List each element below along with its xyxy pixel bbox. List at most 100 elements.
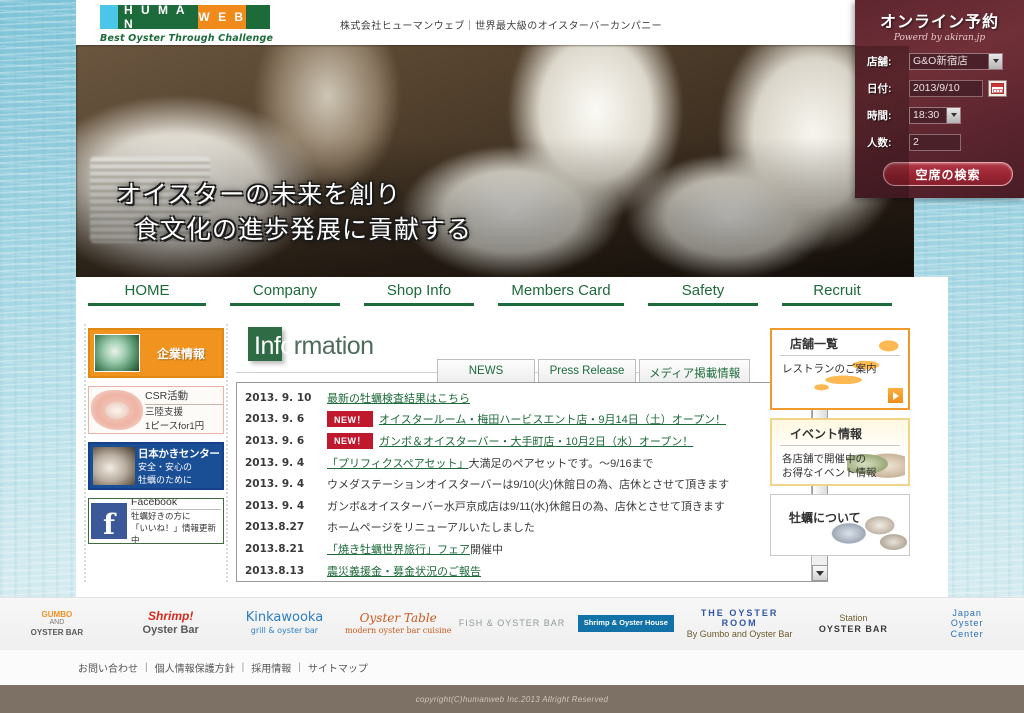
time-value: 18:30 bbox=[913, 108, 940, 121]
brand-oyster-room-line1: THE OYSTER ROOM bbox=[700, 607, 779, 629]
news-title-suffix: 大満足のペアセットです。～9/16まで bbox=[468, 457, 654, 470]
brand-gumbo-line2: AND bbox=[49, 619, 65, 627]
search-availability-button[interactable]: 空席の検索 bbox=[883, 162, 1013, 186]
news-panel: 2013. 9. 10 最新の牡蠣検査結果はこちら 2013. 9. 6 NEW… bbox=[236, 382, 828, 582]
brand-shrimp-line2: Oyster Bar bbox=[142, 624, 199, 637]
footer-link-privacy[interactable]: 個人情報保護方針 bbox=[155, 660, 235, 675]
news-item[interactable]: 2013. 9. 4 「プリフィクスペアセット」 大満足のペアセットです。～9/… bbox=[241, 452, 811, 474]
news-item[interactable]: 2013.8.21 「焼き牡蠣世界旅行」フェア 開催中 bbox=[241, 538, 811, 560]
date-input[interactable]: 2013/9/10 bbox=[909, 79, 983, 97]
footer-link-sitemap[interactable]: サイトマップ bbox=[308, 660, 368, 675]
reservation-row-party: 人数: 2 bbox=[855, 131, 1024, 153]
nav-item-company[interactable]: Company bbox=[230, 282, 340, 306]
brand-kinkawooka-line2: grill & oyster bar bbox=[250, 626, 319, 636]
reservation-form: 店舗: G&O新宿店 日付: 2013/9/10 時間: 18:30 人数: 2 bbox=[855, 50, 1024, 158]
brand-logo-oyster-room[interactable]: THE OYSTER ROOM By Gumbo and Oyster Bar bbox=[683, 608, 797, 639]
reservation-row-date: 日付: 2013/9/10 bbox=[855, 77, 1024, 99]
news-item[interactable]: 2013.8.13 震災義援金・募金状況のご報告 bbox=[241, 560, 811, 582]
right-sidebar: 店舗一覧 レストランのご案内 イベント情報 各店舗で開催中の お得なイベント情報… bbox=[770, 328, 910, 564]
nav-item-home[interactable]: HOME bbox=[88, 282, 206, 306]
box-store-list[interactable]: 店舗一覧 レストランのご案内 bbox=[770, 328, 910, 410]
calendar-icon[interactable] bbox=[988, 79, 1007, 97]
news-title[interactable]: 最新の牡蠣検査結果はこちら bbox=[327, 390, 470, 406]
news-title[interactable]: ガンボ＆オイスターバー・大手町店・10月2日（水）オープン！ bbox=[379, 433, 693, 449]
banner-csr-title: CSR活動 bbox=[145, 388, 223, 405]
main-content: 企業情報 CSR活動 三陸支援 1ピースfor1円 日本かきセンター 安全・安心… bbox=[76, 310, 948, 597]
news-item[interactable]: 2013. 9. 6 NEW！ オイスタールーム・梅田ハービスエント店・9月14… bbox=[241, 409, 811, 431]
site-header: H U M A N W E B Best Oyster Through Chal… bbox=[76, 0, 948, 45]
brand-logo-shrimp[interactable]: Shrimp! Oyster Bar bbox=[114, 609, 228, 637]
brand-oyster-table-line1: Oyster Table bbox=[359, 611, 437, 625]
banner-facebook-line2: 「いいね！」情報更新中 bbox=[131, 523, 217, 544]
time-select[interactable]: 18:30 bbox=[909, 106, 961, 124]
box-event-info-title: イベント情報 bbox=[780, 420, 900, 446]
online-reservation-panel: オンライン予約 Powerd by akiran.jp 店舗: G&O新宿店 日… bbox=[855, 0, 1024, 198]
brand-station-line1: Station bbox=[839, 613, 868, 624]
brand-shrimp-house-line1: Shrimp & Oyster House bbox=[577, 615, 674, 632]
news-title[interactable]: 「プリフィクスペアセット」 bbox=[327, 455, 468, 471]
reservation-powered-by: Powerd by akiran.jp bbox=[893, 33, 986, 43]
shop-select[interactable]: G&O新宿店 bbox=[909, 52, 1003, 70]
footer-separator: | bbox=[298, 662, 301, 673]
brand-joc-line2: Oyster bbox=[950, 618, 984, 629]
logo-blocks: H U M A N W E B bbox=[100, 3, 270, 31]
banner-csr[interactable]: CSR活動 三陸支援 1ピースfor1円 bbox=[88, 386, 224, 434]
shop-value: G&O新宿店 bbox=[913, 54, 968, 67]
logo-tagline: Best Oyster Through Challenge bbox=[100, 33, 274, 44]
scroll-down-button[interactable] bbox=[812, 565, 828, 581]
footer-link-recruit[interactable]: 採用情報 bbox=[251, 660, 291, 675]
banner-oyster-center-line1: 安全・安心の bbox=[138, 461, 193, 472]
banner-facebook-title: Facebook bbox=[131, 499, 221, 511]
banner-oyster-center-title: 日本かきセンター bbox=[138, 447, 220, 460]
news-title[interactable]: 「焼き牡蠣世界旅行」フェア bbox=[327, 541, 470, 557]
brand-logo-fish-oyster[interactable]: FISH & OYSTER BAR bbox=[455, 618, 569, 628]
brand-logo-gumbo[interactable]: GUMBO AND OYSTER BAR bbox=[0, 610, 114, 636]
banner-oyster-center[interactable]: 日本かきセンター 安全・安心の 牡蠣のために bbox=[88, 442, 224, 490]
brand-logo-kinkawooka[interactable]: Kinkawooka grill & oyster bar bbox=[228, 610, 342, 636]
party-size-input[interactable]: 2 bbox=[909, 133, 961, 151]
chevron-down-icon bbox=[946, 107, 960, 123]
nav-item-safety[interactable]: Safety bbox=[648, 282, 758, 306]
brand-oyster-room-line2: By Gumbo and Oyster Bar bbox=[686, 628, 793, 639]
information-heading: Information bbox=[248, 327, 374, 361]
news-date: 2013. 9. 6 bbox=[245, 434, 305, 447]
news-date: 2013. 9. 4 bbox=[245, 478, 305, 491]
copyright-text: copyright(C)humanweb Inc.2013 Allright R… bbox=[415, 694, 609, 704]
brand-logo-oyster-table[interactable]: Oyster Table modern oyster bar cuisine bbox=[341, 611, 455, 635]
company-description: 株式会社ヒューマンウェブ｜世界最大級のオイスターバーカンパニー bbox=[340, 21, 662, 32]
news-title[interactable]: オイスタールーム・梅田ハービスエント店・9月14日（土）オープン！ bbox=[379, 411, 726, 427]
footer-link-contact[interactable]: お問い合わせ bbox=[78, 660, 138, 675]
news-date: 2013. 9. 4 bbox=[245, 456, 305, 469]
news-title[interactable]: 震災義援金・募金状況のご報告 bbox=[327, 563, 481, 579]
reservation-row-shop: 店舗: G&O新宿店 bbox=[855, 50, 1024, 72]
footer-separator: | bbox=[241, 662, 245, 673]
logo-text-human: H U M A N bbox=[118, 3, 198, 31]
brand-station-line2: OYSTER BAR bbox=[818, 623, 888, 634]
site-logo[interactable]: H U M A N W E B Best Oyster Through Chal… bbox=[100, 3, 274, 44]
news-title: ガンボ&オイスターバー水戸京成店は9/11(水)休館日の為、店休とさせて頂きます bbox=[327, 500, 725, 513]
brand-logo-shrimp-house[interactable]: Shrimp & Oyster House bbox=[569, 615, 683, 632]
facebook-icon: f bbox=[91, 503, 127, 539]
brand-logo-station-oyster[interactable]: Station OYSTER BAR bbox=[796, 613, 910, 634]
new-badge: NEW！ bbox=[327, 411, 373, 428]
nav-item-members-card[interactable]: Members Card bbox=[498, 282, 624, 306]
nav-item-shop-info[interactable]: Shop Info bbox=[364, 282, 474, 306]
banner-facebook[interactable]: f Facebook 牡蠣好きの方に 「いいね！」情報更新中 bbox=[88, 498, 224, 544]
brand-logo-japan-oyster-center[interactable]: Japan Oyster Center bbox=[910, 608, 1024, 639]
news-item[interactable]: 2013. 9. 6 NEW！ ガンボ＆オイスターバー・大手町店・10月2日（水… bbox=[241, 430, 811, 452]
arrow-right-icon[interactable] bbox=[887, 387, 904, 404]
oysters-photo-icon bbox=[93, 447, 135, 485]
news-title-suffix: 開催中 bbox=[470, 543, 503, 556]
news-item: 2013. 9. 4 ガンボ&オイスターバー水戸京成店は9/11(水)休館日の為… bbox=[241, 495, 811, 517]
banner-company-info[interactable]: 企業情報 bbox=[88, 328, 224, 378]
footer-separator: | bbox=[145, 662, 148, 673]
box-event-info[interactable]: イベント情報 各店舗で開催中の お得なイベント情報 bbox=[770, 418, 910, 486]
news-date: 2013. 9. 4 bbox=[245, 499, 305, 512]
news-item: 2013. 9. 4 ウメダステーションオイスターバーは9/10(火)休館日の為… bbox=[241, 473, 811, 495]
news-item[interactable]: 2013. 9. 10 最新の牡蠣検査結果はこちら bbox=[241, 387, 811, 409]
hero-text: オイスターの未来を創り 食文化の進歩発展に貢献する bbox=[116, 178, 472, 247]
globe-icon bbox=[94, 334, 140, 372]
nav-item-recruit[interactable]: Recruit bbox=[782, 282, 892, 306]
logo-text-web: W E B bbox=[198, 5, 246, 29]
box-about-oysters[interactable]: 牡蠣について bbox=[770, 494, 910, 556]
